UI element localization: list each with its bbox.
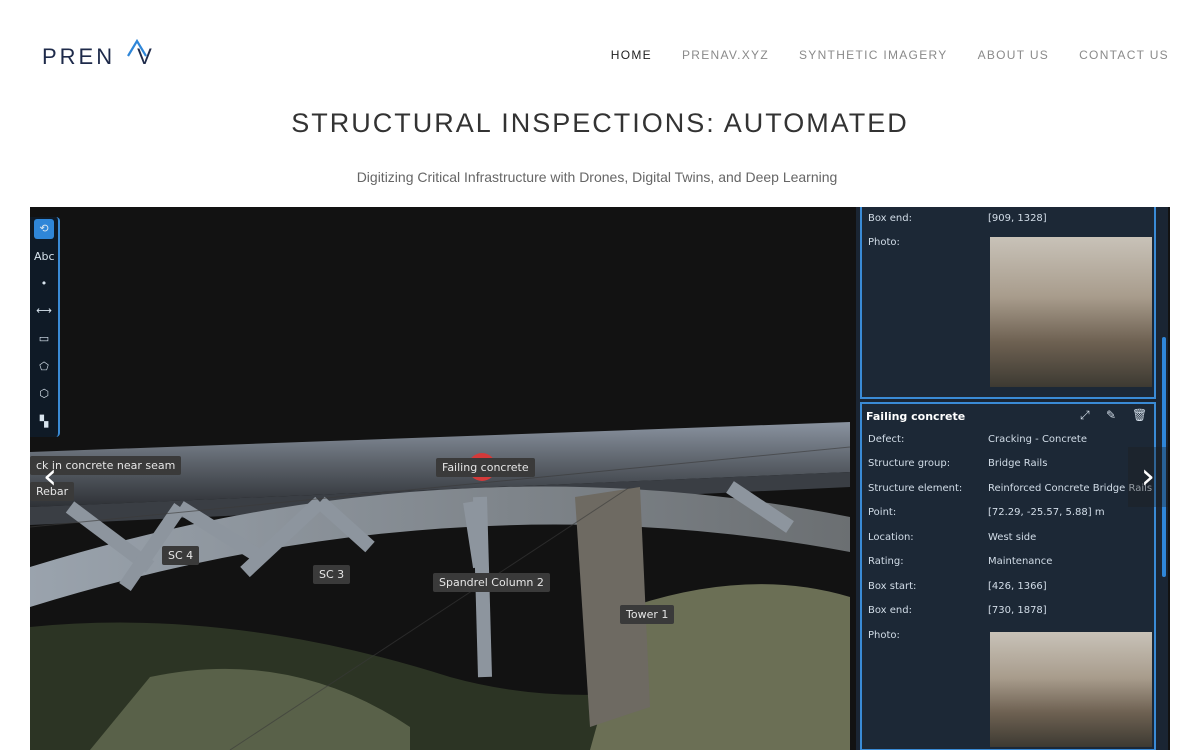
nav-prenav-xyz[interactable]: PRENAV.XYZ [682,48,769,62]
main-nav: HOME PRENAV.XYZ SYNTHETIC IMAGERY ABOUT … [581,48,1169,62]
expand-icon[interactable]: ⤢ [1080,408,1090,423]
annotation-label[interactable]: Spandrel Column 2 [433,573,550,592]
nav-about-us[interactable]: ABOUT US [978,48,1050,62]
annotation-label[interactable]: Failing concrete [436,458,535,477]
defect-photo[interactable] [990,237,1152,387]
nav-contact-us[interactable]: CONTACT US [1079,48,1169,62]
logo-caret-icon [126,38,148,58]
rotate-icon[interactable]: ⟲ [34,219,54,239]
field-value: Maintenance [988,556,1053,567]
edit-icon[interactable]: ✎ [1106,408,1116,422]
field-value: [72.29, -25.57, 5.88] m [988,507,1105,518]
field-label: Structure element: [868,483,963,494]
cube-icon[interactable]: ⬡ [34,384,54,404]
delete-icon[interactable]: 🗑 [1132,408,1147,422]
defect-card[interactable]: Box end: [909, 1328] Photo: [860,207,1156,399]
field-value: Bridge Rails [988,458,1048,469]
field-label: Location: [868,532,914,543]
rectangle-icon[interactable]: ▭ [34,329,54,349]
annotation-label[interactable]: Tower 1 [620,605,675,624]
annotation-label[interactable]: SC 4 [162,546,200,565]
hero-slider[interactable]: ⟲ Abc • ⟷ ▭ ⬠ ⬡ ▚ ck in concrete near se… [30,207,1170,750]
site-header: PREN V HOME PRENAV.XYZ SYNTHETIC IMAGERY … [0,0,1200,100]
point-icon[interactable]: • [34,274,54,294]
field-value: West side [988,532,1037,543]
logo-text: PREN [42,44,116,69]
text-icon[interactable]: Abc [34,247,55,267]
defect-photo[interactable] [990,632,1152,747]
field-label: Box start: [868,581,917,592]
defect-card-failing-concrete[interactable]: Failing concrete ⤢ ✎ 🗑 Defect: Cracking … [860,402,1156,750]
checker-icon[interactable]: ▚ [34,412,54,432]
field-label: Point: [868,507,897,518]
slider-prev-button[interactable]: ‹ [30,447,70,507]
card-title: Failing concrete [866,410,966,423]
bridge-point-cloud [30,207,851,750]
defect-panel: Box end: [909, 1328] Photo: Failing conc… [856,207,1168,750]
slider-next-button[interactable]: › [1128,447,1168,507]
field-label: Rating: [868,556,904,567]
field-label: Photo: [868,237,900,248]
field-label: Structure group: [868,458,951,469]
logo[interactable]: PREN V [42,38,155,72]
field-value: [426, 1366] [988,581,1047,592]
tool-palette: ⟲ Abc • ⟷ ▭ ⬠ ⬡ ▚ [30,217,60,437]
field-value: [909, 1328] [988,213,1047,224]
bridge-3d-scene[interactable]: ⟲ Abc • ⟷ ▭ ⬠ ⬡ ▚ ck in concrete near se… [30,207,851,750]
field-label: Box end: [868,213,912,224]
measure-icon[interactable]: ⟷ [34,301,54,321]
polygon-icon[interactable]: ⬠ [34,357,54,377]
field-label: Photo: [868,630,900,641]
field-value: Cracking - Concrete [988,434,1087,445]
page-title: STRUCTURAL INSPECTIONS: AUTOMATED [291,108,909,138]
annotation-label[interactable]: SC 3 [313,565,351,584]
field-label: Defect: [868,434,905,445]
field-label: Box end: [868,605,912,616]
nav-synthetic-imagery[interactable]: SYNTHETIC IMAGERY [799,48,948,62]
nav-home[interactable]: HOME [611,48,652,62]
field-value: [730, 1878] [988,605,1047,616]
page-subtitle: Digitizing Critical Infrastructure with … [356,169,838,185]
